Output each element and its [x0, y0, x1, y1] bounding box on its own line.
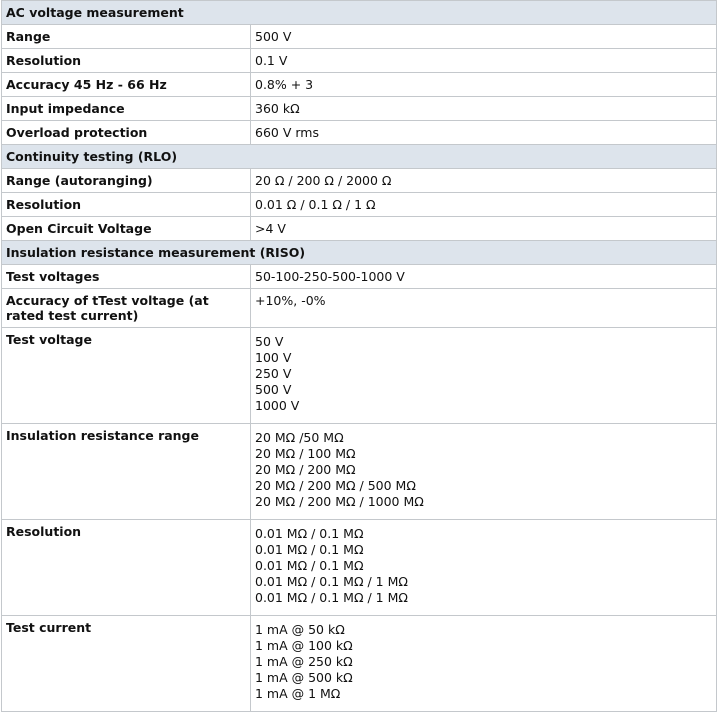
section-header-continuity: Continuity testing (RLO)	[1, 144, 717, 169]
spec-value: 360 kΩ	[250, 96, 717, 121]
spec-label: Resolution	[1, 48, 251, 73]
spec-label: Test voltage	[1, 327, 251, 424]
spec-label: Test current	[1, 615, 251, 712]
spec-value: 0.01 MΩ / 0.1 MΩ / 1 MΩ	[255, 574, 408, 589]
section-header-ac-voltage: AC voltage measurement	[1, 0, 717, 25]
spec-value: 0.01 MΩ / 0.1 MΩ	[255, 558, 364, 573]
spec-value: 250 V	[255, 366, 292, 381]
spec-value: 20 MΩ / 200 MΩ	[255, 462, 356, 477]
spec-value: 1 mA @ 500 kΩ	[255, 670, 353, 685]
spec-value: 20 MΩ / 200 MΩ / 500 MΩ	[255, 478, 416, 493]
spec-value: 1 mA @ 250 kΩ	[255, 654, 353, 669]
spec-value: 20 MΩ / 200 MΩ / 1000 MΩ	[255, 494, 424, 509]
spec-value: 1000 V	[255, 398, 300, 413]
spec-value: 0.01 MΩ / 0.1 MΩ	[255, 526, 364, 541]
spec-value: 500 V	[255, 382, 292, 397]
table-row: Accuracy of tTest voltage (at rated test…	[1, 288, 717, 328]
table-row: Test voltages 50-100-250-500-1000 V	[1, 264, 717, 289]
spec-label: Range	[1, 24, 251, 49]
table-row: Test current 1 mA @ 50 kΩ 1 mA @ 100 kΩ …	[1, 615, 717, 712]
spec-value: 100 V	[255, 350, 292, 365]
spec-value: 0.01 MΩ / 0.1 MΩ / 1 MΩ	[255, 590, 408, 605]
spec-value: 1 mA @ 100 kΩ	[255, 638, 353, 653]
spec-value: 20 MΩ /50 MΩ	[255, 430, 344, 445]
specifications-table: AC voltage measurement Range 500 V Resol…	[1, 0, 717, 712]
spec-label: Insulation resistance range	[1, 423, 251, 520]
table-row: Insulation resistance range 20 MΩ /50 MΩ…	[1, 423, 717, 520]
section-title: AC voltage measurement	[1, 0, 717, 25]
spec-label: Resolution	[1, 192, 251, 217]
spec-value: 50-100-250-500-1000 V	[250, 264, 717, 289]
table-row: Accuracy 45 Hz - 66 Hz 0.8% + 3	[1, 72, 717, 97]
section-title: Continuity testing (RLO)	[1, 144, 717, 169]
spec-value: >4 V	[250, 216, 717, 241]
spec-label: Overload protection	[1, 120, 251, 145]
spec-label: Range (autoranging)	[1, 168, 251, 193]
spec-value: 500 V	[250, 24, 717, 49]
spec-value: 50 V	[255, 334, 284, 349]
table-row: Resolution 0.01 Ω / 0.1 Ω / 1 Ω	[1, 192, 717, 217]
table-row: Open Circuit Voltage >4 V	[1, 216, 717, 241]
table-row: Range (autoranging) 20 Ω / 200 Ω / 2000 …	[1, 168, 717, 193]
spec-value: 0.1 V	[250, 48, 717, 73]
spec-label: Test voltages	[1, 264, 251, 289]
spec-label: Accuracy 45 Hz - 66 Hz	[1, 72, 251, 97]
table-row: Resolution 0.1 V	[1, 48, 717, 73]
spec-value: +10%, -0%	[250, 288, 717, 328]
spec-value: 0.8% + 3	[250, 72, 717, 97]
spec-value: 1 mA @ 1 MΩ	[255, 686, 341, 701]
table-row: Input impedance 360 kΩ	[1, 96, 717, 121]
spec-value-list: 50 V 100 V 250 V 500 V 1000 V	[250, 327, 717, 424]
table-row: Test voltage 50 V 100 V 250 V 500 V 1000…	[1, 327, 717, 424]
spec-label: Resolution	[1, 519, 251, 616]
spec-label: Accuracy of tTest voltage (at rated test…	[1, 288, 251, 328]
spec-value: 1 mA @ 50 kΩ	[255, 622, 345, 637]
section-header-insulation: Insulation resistance measurement (RISO)	[1, 240, 717, 265]
spec-value-list: 0.01 MΩ / 0.1 MΩ 0.01 MΩ / 0.1 MΩ 0.01 M…	[250, 519, 717, 616]
spec-value: 20 Ω / 200 Ω / 2000 Ω	[250, 168, 717, 193]
table-row: Overload protection 660 V rms	[1, 120, 717, 145]
spec-label: Open Circuit Voltage	[1, 216, 251, 241]
table-row: Resolution 0.01 MΩ / 0.1 MΩ 0.01 MΩ / 0.…	[1, 519, 717, 616]
spec-value: 660 V rms	[250, 120, 717, 145]
spec-value: 20 MΩ / 100 MΩ	[255, 446, 356, 461]
section-title: Insulation resistance measurement (RISO)	[1, 240, 717, 265]
spec-value: 0.01 Ω / 0.1 Ω / 1 Ω	[250, 192, 717, 217]
spec-label: Input impedance	[1, 96, 251, 121]
spec-value-list: 20 MΩ /50 MΩ 20 MΩ / 100 MΩ 20 MΩ / 200 …	[250, 423, 717, 520]
table-row: Range 500 V	[1, 24, 717, 49]
spec-value-list: 1 mA @ 50 kΩ 1 mA @ 100 kΩ 1 mA @ 250 kΩ…	[250, 615, 717, 712]
spec-value: 0.01 MΩ / 0.1 MΩ	[255, 542, 364, 557]
